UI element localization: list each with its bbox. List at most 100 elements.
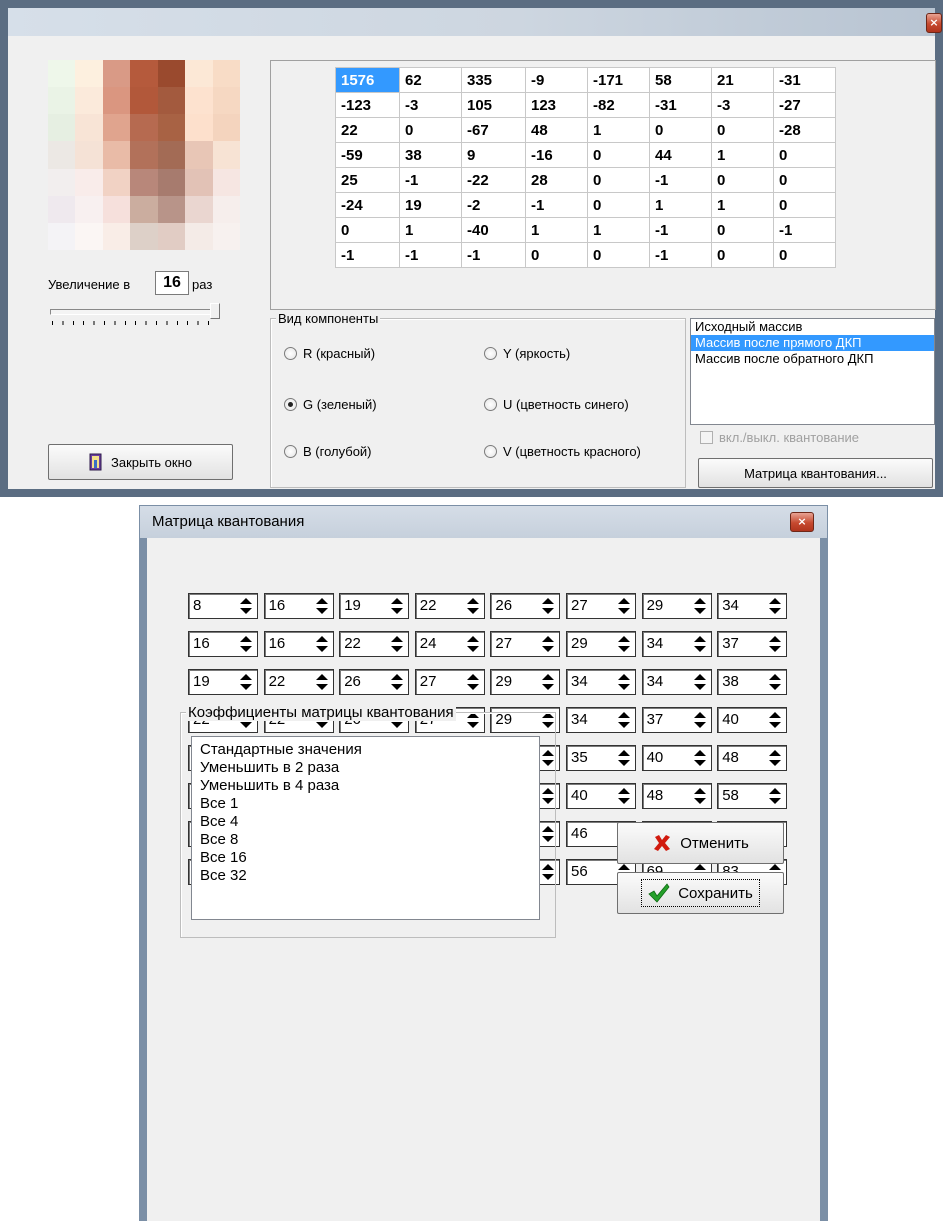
spin-arrows-icon[interactable] — [768, 711, 782, 729]
view-list-item[interactable]: Массив после обратного ДКП — [691, 351, 934, 367]
spin-arrows-icon[interactable] — [541, 635, 555, 653]
spinbox-value[interactable]: 34 — [647, 673, 664, 690]
grid-cell[interactable]: 21 — [711, 67, 774, 93]
radio-circle[interactable] — [484, 398, 497, 411]
grid-cell[interactable]: 0 — [399, 117, 462, 143]
grid-cell[interactable]: 38 — [399, 142, 462, 168]
radio-circle[interactable] — [484, 347, 497, 360]
spin-arrows-icon[interactable] — [768, 673, 782, 691]
spinbox-value[interactable]: 58 — [722, 787, 739, 804]
spin-arrows-icon[interactable] — [390, 673, 404, 691]
spinbox-value[interactable]: 16 — [193, 635, 210, 652]
quant-spinbox[interactable]: 34 — [566, 707, 636, 733]
grid-cell[interactable]: 0 — [587, 142, 650, 168]
spin-arrows-icon[interactable] — [466, 673, 480, 691]
spinbox-value[interactable]: 34 — [571, 711, 588, 728]
spinbox-value[interactable]: 26 — [344, 673, 361, 690]
spin-arrows-icon[interactable] — [617, 749, 631, 767]
coef-preset-item[interactable]: Все 16 — [192, 849, 539, 867]
spinbox-value[interactable]: 37 — [722, 635, 739, 652]
grid-cell[interactable]: 28 — [525, 167, 588, 193]
coef-preset-item[interactable]: Все 4 — [192, 813, 539, 831]
spinbox-value[interactable]: 27 — [420, 673, 437, 690]
quant-spinbox[interactable]: 37 — [717, 631, 788, 657]
spin-arrows-icon[interactable] — [617, 635, 631, 653]
spin-arrows-icon[interactable] — [768, 749, 782, 767]
spin-arrows-icon[interactable] — [617, 597, 631, 615]
spin-arrows-icon[interactable] — [239, 597, 253, 615]
spinbox-value[interactable]: 22 — [269, 673, 286, 690]
spinbox-value[interactable]: 56 — [571, 863, 588, 880]
zoom-slider[interactable] — [50, 303, 220, 327]
radio-circle[interactable] — [284, 347, 297, 360]
spin-arrows-icon[interactable] — [315, 635, 329, 653]
spinbox-value[interactable]: 34 — [571, 673, 588, 690]
quant-spinbox[interactable]: 22 — [414, 593, 485, 619]
grid-cell[interactable]: -1 — [773, 217, 836, 243]
coef-preset-item[interactable]: Стандартные значения — [192, 741, 539, 759]
spin-arrows-icon[interactable] — [239, 673, 253, 691]
grid-cell[interactable]: 1576 — [335, 67, 400, 93]
quant-spinbox[interactable]: 22 — [339, 631, 410, 657]
grid-cell[interactable]: -1 — [649, 167, 712, 193]
quant-spinbox[interactable]: 40 — [717, 707, 788, 733]
grid-cell[interactable]: -16 — [525, 142, 588, 168]
spinbox-value[interactable]: 35 — [571, 749, 588, 766]
quant-spinbox[interactable]: 38 — [717, 669, 788, 695]
component-radio[interactable]: Y (яркость) — [484, 346, 570, 361]
spinbox-value[interactable]: 19 — [344, 597, 361, 614]
component-radio[interactable]: R (красный) — [284, 346, 375, 361]
grid-cell[interactable]: 1 — [649, 192, 712, 218]
spin-arrows-icon[interactable] — [617, 673, 631, 691]
quant-spinbox[interactable]: 16 — [263, 593, 334, 619]
grid-cell[interactable]: -1 — [461, 242, 526, 268]
grid-cell[interactable]: 0 — [773, 142, 836, 168]
grid-cell[interactable]: 1 — [711, 142, 774, 168]
grid-cell[interactable]: -9 — [525, 67, 588, 93]
grid-cell[interactable]: 1 — [711, 192, 774, 218]
grid-cell[interactable]: 0 — [587, 167, 650, 193]
quantization-toggle[interactable]: вкл./выкл. квантование — [700, 430, 859, 445]
main-close-icon[interactable]: × — [926, 13, 942, 33]
quant-spinbox[interactable]: 58 — [717, 783, 788, 809]
grid-cell[interactable]: 123 — [525, 92, 588, 118]
coef-preset-item[interactable]: Все 32 — [192, 867, 539, 885]
grid-cell[interactable]: -28 — [773, 117, 836, 143]
spinbox-value[interactable]: 46 — [571, 825, 588, 842]
array-view-list[interactable]: Исходный массив Массив после прямого ДКП М… — [690, 318, 935, 425]
spinbox-value[interactable]: 8 — [193, 597, 201, 614]
quant-spinbox[interactable]: 8 — [188, 593, 258, 619]
spinbox-value[interactable]: 29 — [647, 597, 664, 614]
spinbox-value[interactable]: 48 — [647, 787, 664, 804]
radio-circle[interactable] — [284, 398, 297, 411]
spinbox-value[interactable]: 27 — [571, 597, 588, 614]
quant-spinbox[interactable]: 40 — [566, 783, 636, 809]
grid-cell[interactable]: 58 — [649, 67, 712, 93]
quant-spinbox[interactable]: 27 — [490, 631, 561, 657]
coef-preset-item[interactable]: Все 1 — [192, 795, 539, 813]
quant-spinbox[interactable]: 27 — [414, 669, 485, 695]
quant-spinbox[interactable]: 29 — [641, 593, 712, 619]
grid-cell[interactable]: 0 — [773, 242, 836, 268]
view-list-item[interactable]: Массив после прямого ДКП — [691, 335, 934, 351]
spinbox-value[interactable]: 29 — [495, 673, 512, 690]
quant-spinbox[interactable]: 34 — [717, 593, 788, 619]
spin-arrows-icon[interactable] — [315, 597, 329, 615]
spin-arrows-icon[interactable] — [693, 635, 707, 653]
spin-arrows-icon[interactable] — [541, 673, 555, 691]
spin-arrows-icon[interactable] — [768, 787, 782, 805]
component-radio[interactable]: U (цветность синего) — [484, 397, 629, 412]
quant-spinbox[interactable]: 19 — [188, 669, 258, 695]
quant-spinbox[interactable]: 22 — [263, 669, 334, 695]
spin-arrows-icon[interactable] — [693, 787, 707, 805]
grid-cell[interactable]: -1 — [649, 217, 712, 243]
quant-spinbox[interactable]: 48 — [641, 783, 712, 809]
spin-arrows-icon[interactable] — [239, 635, 253, 653]
grid-cell[interactable]: 0 — [649, 117, 712, 143]
grid-cell[interactable]: 1 — [399, 217, 462, 243]
component-radio[interactable]: V (цветность красного) — [484, 444, 641, 459]
quant-spinbox[interactable]: 19 — [339, 593, 410, 619]
grid-cell[interactable]: -24 — [335, 192, 400, 218]
spin-arrows-icon[interactable] — [466, 635, 480, 653]
spin-arrows-icon[interactable] — [617, 711, 631, 729]
